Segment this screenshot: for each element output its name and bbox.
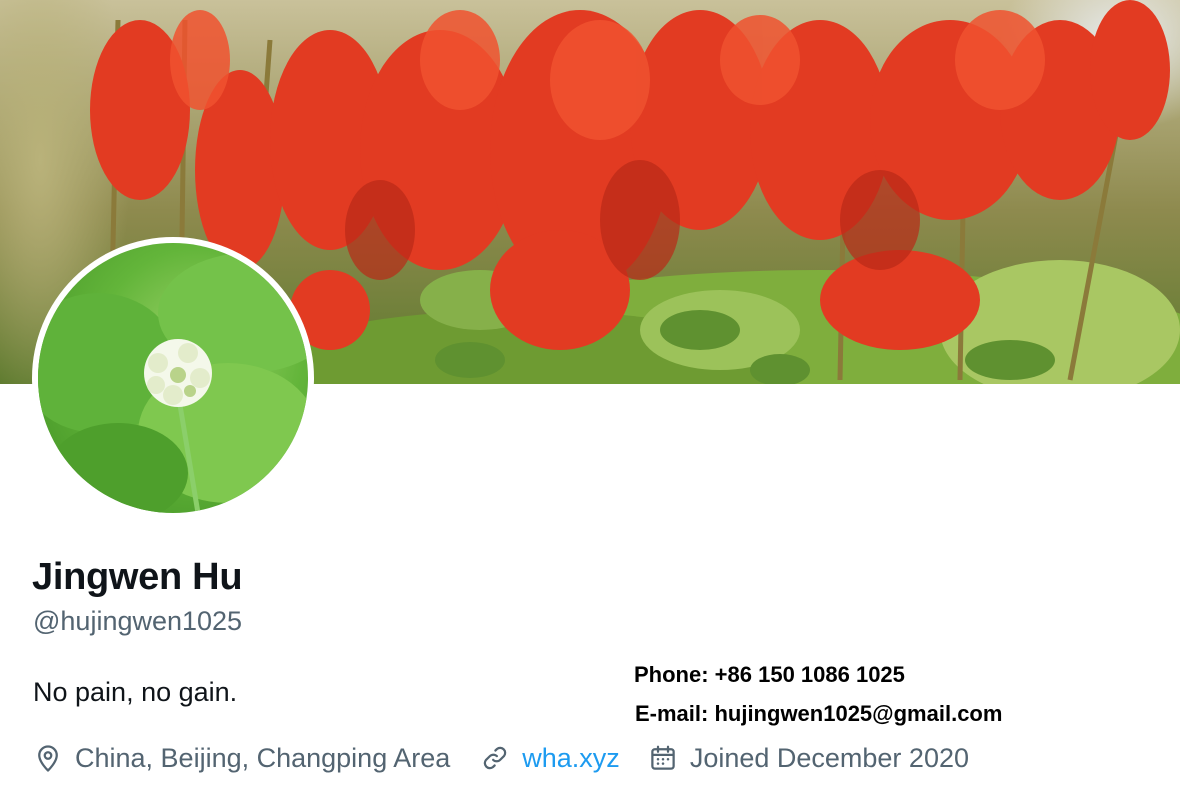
contact-email: E-mail: hujingwen1025@gmail.com [635,701,1003,726]
joined-date-text: Joined December 2020 [689,742,969,773]
avatar-image [38,243,308,513]
website-item[interactable]: wha.xyz [480,743,620,774]
location-pin-icon [33,743,63,773]
link-icon [480,743,510,773]
website-link[interactable]: wha.xyz [522,743,620,774]
profile-meta-row: China, Beijing, Changping Area wha.xyz J… [33,738,969,778]
joined-item: Joined December 2020 [648,743,969,774]
user-handle: @hujingwen1025 [33,606,243,636]
profile-page: Jingwen Hu @hujingwen1025 No pain, no ga… [0,0,1200,801]
display-name: Jingwen Hu [32,556,243,598]
clover-flower-illustration [38,253,308,513]
location-text: China, Beijing, Changping Area [75,742,451,773]
profile-bio: No pain, no gain. [33,677,238,707]
contact-phone: Phone: +86 150 1086 1025 [634,662,905,687]
calendar-icon [648,743,678,773]
profile-avatar[interactable] [32,237,314,519]
location-item: China, Beijing, Changping Area [33,743,450,774]
